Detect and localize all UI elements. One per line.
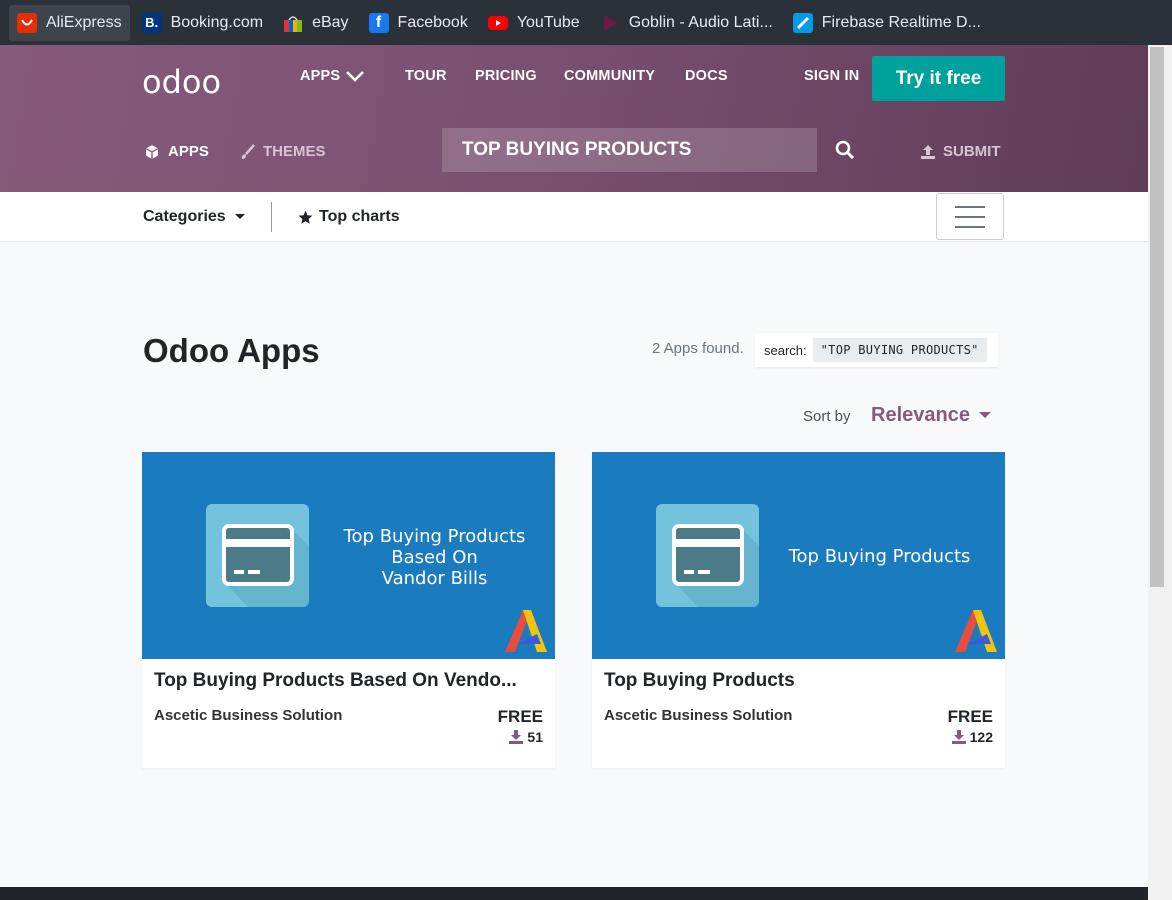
- try-it-free-button[interactable]: Try it free: [872, 56, 1005, 101]
- firebase-icon: [792, 12, 813, 33]
- nav-docs[interactable]: DOCS: [685, 68, 728, 84]
- app-card[interactable]: Top Buying Products Based On Vandor Bill…: [142, 452, 555, 768]
- submit-link[interactable]: SUBMIT: [920, 143, 1001, 160]
- app-tile-icon: [206, 504, 309, 607]
- download-icon: [951, 730, 966, 744]
- sort-by-label: Sort by: [803, 408, 851, 425]
- caret-down-icon: [978, 412, 991, 418]
- app-card[interactable]: Top Buying Products Top Buying Products …: [592, 452, 1005, 768]
- download-icon: [509, 730, 524, 744]
- bookmark-label: YouTube: [516, 13, 580, 31]
- app-price: FREE: [947, 707, 993, 726]
- bookmark-facebook[interactable]: f Facebook: [361, 5, 476, 41]
- download-count: 51: [527, 729, 543, 745]
- top-charts-label: Top charts: [319, 208, 400, 225]
- top-charts-link[interactable]: Top charts: [298, 208, 400, 226]
- bookmark-label: AliExpress: [46, 13, 122, 31]
- bookmark-goblin[interactable]: Goblin - Audio Lati...: [592, 5, 781, 41]
- hamburger-menu-button[interactable]: [936, 193, 1004, 240]
- bookmark-booking[interactable]: B. Booking.com: [134, 5, 272, 41]
- page-title: Odoo Apps: [143, 332, 320, 369]
- subnav-themes[interactable]: THEMES: [240, 143, 326, 160]
- bookmark-youtube[interactable]: YouTube: [480, 5, 588, 41]
- menu-line: [955, 205, 985, 208]
- scrollbar[interactable]: [1148, 45, 1172, 900]
- ebay-icon: [283, 13, 303, 33]
- subnav-apps[interactable]: APPS: [144, 143, 209, 160]
- nav-tour[interactable]: TOUR: [405, 68, 447, 84]
- app-vendor: Ascetic Business Solution: [154, 707, 343, 724]
- subnav-apps-label: APPS: [168, 143, 209, 160]
- cube-icon: [145, 144, 159, 159]
- nav-community[interactable]: COMMUNITY: [564, 68, 655, 84]
- submit-label: SUBMIT: [943, 143, 1001, 160]
- app-thumbnail[interactable]: Top Buying Products: [592, 452, 1005, 659]
- vendor-logo-icon: [505, 610, 547, 652]
- site-header: odoo APPS TOUR PRICING COMMUNITY DOCS SI…: [0, 45, 1148, 192]
- aliexpress-icon: [17, 12, 37, 33]
- search-filter-label: search:: [764, 342, 807, 358]
- caption-line: Top Buying Products: [788, 546, 971, 567]
- bookmark-firebase[interactable]: Firebase Realtime D...: [785, 5, 989, 41]
- nav-apps-label: APPS: [300, 68, 341, 84]
- subnav-themes-label: THEMES: [263, 143, 326, 160]
- thumbnail-caption: Top Buying Products Based On Vandor Bill…: [332, 526, 537, 589]
- sort-value: Relevance: [871, 404, 970, 426]
- download-count: 122: [969, 729, 993, 745]
- toolbar: Categories Top charts: [0, 192, 1148, 242]
- app-tile-icon: [656, 504, 759, 607]
- results-count: 2 Apps found.: [652, 340, 744, 357]
- app-price: FREE: [497, 707, 543, 726]
- bookmark-label: Goblin - Audio Lati...: [628, 13, 773, 31]
- nav-pricing[interactable]: PRICING: [475, 68, 537, 84]
- search-input[interactable]: TOP BUYING PRODUCTS: [442, 128, 817, 172]
- app-downloads: 122: [951, 729, 993, 745]
- caption-line: Vandor Bills: [381, 568, 488, 589]
- bookmark-label: Facebook: [397, 13, 468, 31]
- odoo-logo[interactable]: odoo: [142, 63, 221, 101]
- youtube-icon: [487, 13, 508, 33]
- bookmarks-bar: AliExpress B. Booking.com eBay f Faceboo…: [0, 0, 1172, 45]
- toolbar-divider: [271, 202, 272, 232]
- upload-icon: [921, 144, 935, 159]
- categories-label: Categories: [143, 208, 226, 225]
- nav-apps[interactable]: APPS: [300, 68, 366, 84]
- app-title[interactable]: Top Buying Products: [604, 670, 996, 692]
- app-downloads: 51: [509, 729, 543, 745]
- search-icon[interactable]: [835, 140, 855, 165]
- bookmark-ebay[interactable]: eBay: [275, 5, 356, 41]
- app-thumbnail[interactable]: Top Buying Products Based On Vandor Bill…: [142, 452, 555, 659]
- scrollbar-thumb[interactable]: [1150, 47, 1164, 587]
- goblin-icon: [600, 13, 620, 33]
- categories-dropdown[interactable]: Categories: [143, 208, 245, 226]
- chevron-down-icon: [346, 71, 365, 82]
- caption-line: Top Buying Products: [343, 526, 526, 547]
- booking-icon: B.: [141, 12, 162, 33]
- app-vendor: Ascetic Business Solution: [604, 707, 793, 724]
- bookmark-label: eBay: [312, 13, 349, 31]
- menu-line: [955, 225, 985, 228]
- bookmark-label: Booking.com: [170, 13, 264, 31]
- app-title[interactable]: Top Buying Products Based On Vendo...: [154, 670, 546, 692]
- caret-down-icon: [234, 214, 245, 219]
- caption-line: Based On: [391, 547, 478, 568]
- bookmark-label: Firebase Realtime D...: [821, 13, 981, 31]
- sort-dropdown[interactable]: Relevance: [871, 404, 991, 427]
- nav-sign-in[interactable]: SIGN IN: [804, 68, 859, 84]
- thumbnail-caption: Top Buying Products: [782, 546, 977, 567]
- facebook-icon: f: [368, 12, 389, 33]
- menu-line: [955, 215, 985, 218]
- footer: [0, 887, 1148, 900]
- search-filter-tag[interactable]: search: "TOP BUYING PRODUCTS": [755, 333, 998, 367]
- star-icon: [298, 210, 313, 224]
- bookmark-aliexpress[interactable]: AliExpress: [9, 4, 130, 41]
- brush-icon: [241, 143, 255, 159]
- vendor-logo-icon: [955, 610, 997, 652]
- search-filter-term: "TOP BUYING PRODUCTS": [812, 338, 987, 362]
